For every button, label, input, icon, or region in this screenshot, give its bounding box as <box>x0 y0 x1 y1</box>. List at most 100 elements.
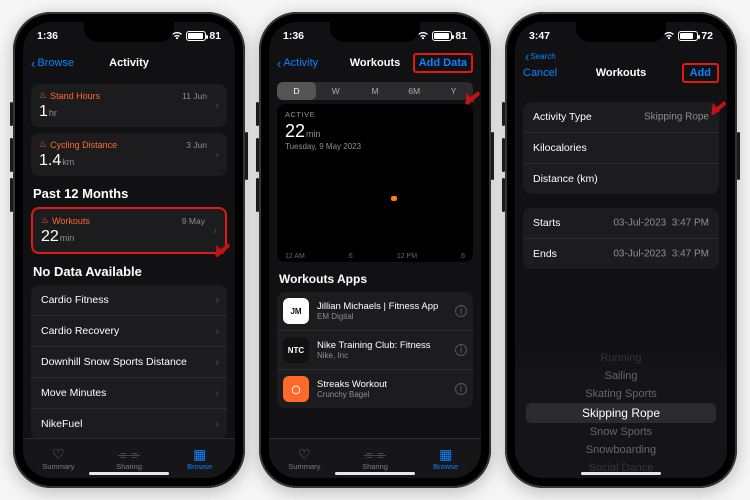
card-workouts[interactable]: ♨Workouts 9 May › 22min <box>31 207 227 254</box>
home-indicator[interactable] <box>335 472 415 475</box>
app-icon: ◯ <box>283 376 309 402</box>
battery-icon <box>432 31 452 41</box>
grid-icon: ▦ <box>193 447 206 461</box>
fields-group-1: Activity Type Skipping Rope Kilocalories… <box>523 102 719 194</box>
cancel-button[interactable]: Cancel <box>523 67 557 79</box>
battery-pct: 72 <box>701 30 713 42</box>
page-title: Workouts <box>596 67 647 79</box>
chevron-left-icon: ‹ <box>277 57 281 70</box>
grid-icon: ▦ <box>439 447 452 461</box>
notch <box>576 22 666 42</box>
status-time: 1:36 <box>37 30 58 42</box>
apps-list: JM Jillian Michaels | Fitness AppEM Digi… <box>277 292 473 408</box>
chevron-right-icon: › <box>216 294 220 306</box>
field-value: Skipping Rope <box>644 112 709 123</box>
battery-icon <box>186 31 206 41</box>
chart-datapoint <box>391 196 397 201</box>
active-label: ACTIVE <box>285 110 465 119</box>
content-scroll[interactable]: D W M 6M Y ACTIVE 22min Tuesday, 9 May 2… <box>269 78 481 438</box>
field-activity-type[interactable]: Activity Type Skipping Rope <box>523 102 719 132</box>
list-item[interactable]: Downhill Snow Sports Distance› <box>31 346 227 377</box>
picker-option-selected[interactable]: Skipping Rope <box>526 403 717 423</box>
picker-option[interactable]: Sailing <box>515 367 727 385</box>
app-row[interactable]: JM Jillian Michaels | Fitness AppEM Digi… <box>277 292 473 330</box>
phone-frame-1: 1:36 ıııı 81 ‹Browse Activity ♨Stand Hou… <box>13 12 245 488</box>
field-starts[interactable]: Starts 03-Jul-2023 3:47 PM <box>523 208 719 238</box>
info-icon[interactable]: i <box>455 344 467 356</box>
home-indicator[interactable] <box>89 472 169 475</box>
chevron-right-icon: › <box>216 100 219 111</box>
chevron-right-icon: › <box>216 418 220 430</box>
info-icon[interactable]: i <box>455 383 467 395</box>
time-range-segment[interactable]: D W M 6M Y <box>277 82 473 100</box>
nav-bar: ‹Browse Activity <box>23 48 235 78</box>
chevron-left-icon: ‹ <box>31 57 35 70</box>
field-ends[interactable]: Ends 03-Jul-2023 3:47 PM <box>523 238 719 269</box>
back-button[interactable]: ‹Browse <box>31 57 74 70</box>
content-scroll[interactable]: ♨Stand Hours 11 Jun › 1hr ♨Cycling Dista… <box>23 78 235 438</box>
x-axis: 12 AM612 PM6 <box>285 253 465 260</box>
phone-frame-2: 1:36 ıııı 81 ‹Activity Workouts Add Data… <box>259 12 491 488</box>
phone-frame-3: 3:47 ıııı 72 ‹Search Cancel Workouts Add… <box>505 12 737 488</box>
field-kilocalories[interactable]: Kilocalories <box>523 132 719 163</box>
section-header-nodata: No Data Available <box>33 264 225 279</box>
field-distance[interactable]: Distance (km) <box>523 163 719 194</box>
picker-option[interactable]: Snow Sports <box>515 423 727 441</box>
battery-pct: 81 <box>455 30 467 42</box>
card-cycling-distance[interactable]: ♨Cycling Distance 3 Jun › 1.4km <box>31 133 227 176</box>
chart-card[interactable]: ACTIVE 22min Tuesday, 9 May 2023 12 AM61… <box>277 104 473 262</box>
nav-bar: ‹Activity Workouts Add Data <box>269 48 481 78</box>
notch <box>84 22 174 42</box>
active-date: Tuesday, 9 May 2023 <box>285 142 465 151</box>
flame-icon: ♨ <box>39 139 47 150</box>
app-icon: NTC <box>283 337 309 363</box>
home-indicator[interactable] <box>581 472 661 475</box>
list-item[interactable]: Move Minutes› <box>31 377 227 408</box>
battery-icon <box>678 31 698 41</box>
card-stand-hours[interactable]: ♨Stand Hours 11 Jun › 1hr <box>31 84 227 127</box>
tab-browse[interactable]: ▦Browse <box>410 439 481 478</box>
status-time: 1:36 <box>283 30 304 42</box>
tab-summary[interactable]: ♡Summary <box>269 439 340 478</box>
seg-week[interactable]: W <box>316 82 355 100</box>
status-time: 3:47 <box>529 30 550 42</box>
activity-picker[interactable]: Running Sailing Skating Sports Skipping … <box>515 348 727 478</box>
notch <box>330 22 420 42</box>
tab-summary[interactable]: ♡Summary <box>23 439 94 478</box>
fields-group-2: Starts 03-Jul-2023 3:47 PM Ends 03-Jul-2… <box>523 208 719 269</box>
app-row[interactable]: ◯ Streaks WorkoutCrunchy Bagel i <box>277 369 473 408</box>
chevron-right-icon: › <box>216 325 220 337</box>
page-title: Workouts <box>350 57 401 69</box>
back-button[interactable]: ‹Activity <box>277 57 318 70</box>
add-button[interactable]: Add <box>682 63 719 83</box>
flame-icon: ♨ <box>41 215 49 226</box>
picker-option[interactable]: Running <box>515 349 727 367</box>
list-item[interactable]: NikeFuel› <box>31 408 227 438</box>
list-item[interactable]: Cardio Fitness› <box>31 285 227 315</box>
info-icon[interactable]: i <box>455 305 467 317</box>
chevron-right-icon: › <box>216 387 220 399</box>
app-icon: JM <box>283 298 309 324</box>
seg-month[interactable]: M <box>355 82 394 100</box>
section-header-apps: Workouts Apps <box>279 272 471 286</box>
battery-pct: 81 <box>209 30 221 42</box>
picker-option[interactable]: Snowboarding <box>515 441 727 459</box>
page-title: Activity <box>109 57 149 69</box>
nodata-list: Cardio Fitness› Cardio Recovery› Downhil… <box>31 285 227 438</box>
app-row[interactable]: NTC Nike Training Club: FitnessNike, Inc… <box>277 330 473 369</box>
people-icon: ⌯⌯ <box>364 447 386 461</box>
section-header-past: Past 12 Months <box>33 186 225 201</box>
heart-icon: ♡ <box>52 447 65 461</box>
people-icon: ⌯⌯ <box>118 447 140 461</box>
list-item[interactable]: Cardio Recovery› <box>31 315 227 346</box>
nav-bar: Cancel Workouts Add <box>515 58 727 88</box>
flame-icon: ♨ <box>39 90 47 101</box>
seg-6month[interactable]: 6M <box>395 82 434 100</box>
tab-browse[interactable]: ▦Browse <box>164 439 235 478</box>
chevron-right-icon: › <box>216 149 219 160</box>
chevron-right-icon: › <box>216 356 220 368</box>
add-data-button[interactable]: Add Data <box>413 53 473 73</box>
heart-icon: ♡ <box>298 447 311 461</box>
seg-day[interactable]: D <box>277 82 316 100</box>
picker-option[interactable]: Skating Sports <box>515 385 727 403</box>
